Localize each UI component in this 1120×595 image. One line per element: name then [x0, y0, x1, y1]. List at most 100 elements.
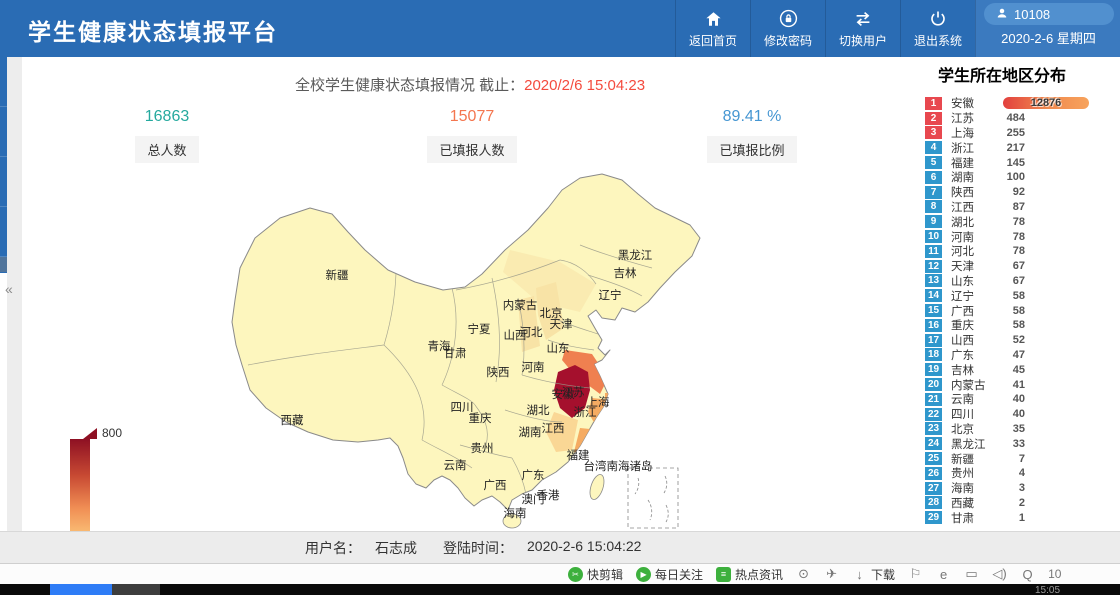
region-row[interactable]: 16重庆58 [925, 318, 1120, 333]
play-toolbar-item[interactable]: ▶每日关注 [636, 566, 703, 583]
rank-badge: 19 [925, 363, 942, 376]
region-row[interactable]: 26贵州4 [925, 466, 1120, 481]
region-row[interactable]: 14辽宁58 [925, 288, 1120, 303]
region-row[interactable]: 17山西52 [925, 333, 1120, 348]
china-map-svg [160, 150, 720, 550]
region-name: 山东 [951, 273, 1003, 289]
switch-user-button[interactable]: 切换用户 [825, 0, 900, 57]
speaker-icon: ◁) [992, 567, 1007, 582]
region-name: 北京 [951, 421, 1003, 437]
rank-badge: 10 [925, 230, 942, 243]
region-name: 安徽 [951, 95, 1003, 111]
region-name: 重庆 [951, 317, 1003, 333]
window-toolbar-item[interactable]: ▭ [964, 567, 979, 582]
region-row[interactable]: 9湖北78 [925, 214, 1120, 229]
region-row[interactable]: 1安徽12876 [925, 96, 1120, 111]
region-value: 41 [1003, 379, 1025, 391]
home-icon [704, 9, 723, 29]
region-row[interactable]: 19吉林45 [925, 362, 1120, 377]
china-choropleth-map[interactable]: 新疆西藏青海甘肃宁夏内蒙古黑龙江吉林辽宁北京天津河北山西山东陕西河南安徽江苏上海… [160, 150, 720, 550]
play-label: 每日关注 [655, 566, 703, 583]
rank-badge: 21 [925, 393, 942, 406]
user-id-pill[interactable]: 10108 [984, 3, 1114, 25]
region-name: 天津 [951, 258, 1003, 274]
speedometer-toolbar-item[interactable]: ⊙ [796, 567, 811, 582]
rocket-toolbar-item[interactable]: ✈ [824, 567, 839, 582]
region-row[interactable]: 23北京35 [925, 422, 1120, 437]
stat-reported-value: 15077 [392, 108, 552, 126]
rank-badge: 11 [925, 245, 942, 258]
switch-user-label: 切换用户 [839, 32, 887, 49]
region-row[interactable]: 11河北78 [925, 244, 1120, 259]
region-value: 2 [1003, 497, 1025, 509]
home-button[interactable]: 返回首页 [675, 0, 750, 57]
region-row[interactable]: 7陕西92 [925, 185, 1120, 200]
region-row[interactable]: 21云南40 [925, 392, 1120, 407]
region-value: 35 [1003, 423, 1025, 435]
rank-badge: 22 [925, 408, 942, 421]
region-name: 内蒙古 [951, 377, 1003, 393]
region-value: 67 [1003, 275, 1025, 287]
island-hainan [503, 514, 521, 528]
flag-toolbar-item[interactable]: ⚐ [908, 567, 923, 582]
taskbar-window[interactable] [112, 584, 160, 595]
region-row[interactable]: 25新疆7 [925, 451, 1120, 466]
region-row[interactable]: 29甘肃1 [925, 510, 1120, 525]
news-icon: ≡ [716, 567, 731, 582]
region-row[interactable]: 4浙江217 [925, 140, 1120, 155]
menu-strip-segment [0, 207, 7, 257]
power-icon [929, 9, 947, 29]
legend-marker-triangle [83, 428, 97, 439]
region-name: 辽宁 [951, 288, 1003, 304]
region-row[interactable]: 28西藏2 [925, 496, 1120, 511]
region-row[interactable]: 18广东47 [925, 348, 1120, 363]
search-icon: Q [1020, 567, 1035, 582]
rank-badge: 27 [925, 482, 942, 495]
stats-cutoff-datetime: 2020/2/6 15:04:23 [524, 77, 645, 94]
collapsed-menu-strip[interactable] [0, 57, 7, 273]
change-password-button[interactable]: 修改密码 [750, 0, 825, 57]
region-value-bar: 12876 [1003, 97, 1089, 109]
news-toolbar-item[interactable]: ≡热点资讯 [716, 566, 783, 583]
rank-badge: 26 [925, 467, 942, 480]
clip-toolbar-item[interactable]: ✂快剪辑 [568, 566, 623, 583]
rank-badge: 2 [925, 112, 942, 125]
region-row[interactable]: 8江西87 [925, 200, 1120, 215]
flag-icon: ⚐ [908, 567, 923, 582]
zoom-level-toolbar-item[interactable]: 10 [1048, 567, 1061, 581]
region-row[interactable]: 5福建145 [925, 155, 1120, 170]
rank-badge: 6 [925, 171, 942, 184]
province-shanghai [605, 393, 612, 399]
download-toolbar-item[interactable]: ↓下载 [852, 566, 895, 583]
page-title: 学生健康状态填报平台 [28, 13, 278, 47]
speaker-toolbar-item[interactable]: ◁) [992, 567, 1007, 582]
collapse-sidebar-arrow[interactable]: « [5, 281, 13, 297]
region-value: 145 [1003, 157, 1025, 169]
logout-button[interactable]: 退出系统 [900, 0, 975, 57]
region-value: 33 [1003, 438, 1025, 450]
region-value: 78 [1003, 231, 1025, 243]
region-row[interactable]: 27海南3 [925, 481, 1120, 496]
ie-toolbar-item[interactable]: e [936, 567, 951, 582]
region-row[interactable]: 2江苏484 [925, 111, 1120, 126]
region-row[interactable]: 3上海255 [925, 126, 1120, 141]
region-name: 广东 [951, 347, 1003, 363]
region-row[interactable]: 24黑龙江33 [925, 436, 1120, 451]
region-row[interactable]: 6湖南100 [925, 170, 1120, 185]
search-toolbar-item[interactable]: Q [1020, 567, 1035, 582]
rank-badge: 20 [925, 378, 942, 391]
region-name: 江苏 [951, 110, 1003, 126]
menu-strip-segment [0, 107, 7, 157]
region-row[interactable]: 15广西58 [925, 303, 1120, 318]
taskbar-active-window[interactable] [50, 584, 112, 595]
region-value: 40 [1003, 408, 1025, 420]
region-row[interactable]: 13山东67 [925, 274, 1120, 289]
region-value: 4 [1003, 467, 1025, 479]
lock-icon [779, 9, 798, 29]
region-row[interactable]: 20 内蒙古41 [925, 377, 1120, 392]
app-header: 学生健康状态填报平台 返回首页 修改密码 切换用户 退出系统 [0, 0, 1120, 57]
region-distribution-title: 学生所在地区分布 [938, 62, 1066, 86]
region-row[interactable]: 10河南78 [925, 229, 1120, 244]
region-row[interactable]: 12天津67 [925, 259, 1120, 274]
region-row[interactable]: 22四川40 [925, 407, 1120, 422]
